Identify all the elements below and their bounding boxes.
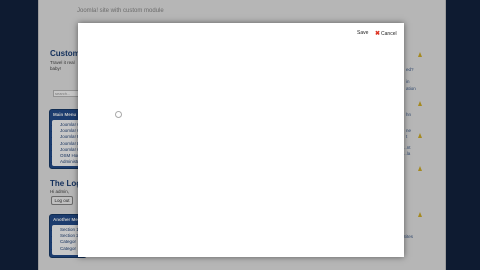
cancel-label: Cancel	[381, 31, 397, 37]
edit-modal: Save ✖Cancel	[78, 23, 404, 257]
loading-spinner-icon	[115, 111, 122, 118]
cancel-button[interactable]: ✖Cancel	[375, 30, 397, 37]
cancel-x-icon: ✖	[375, 31, 381, 37]
save-button[interactable]: Save	[357, 30, 368, 36]
